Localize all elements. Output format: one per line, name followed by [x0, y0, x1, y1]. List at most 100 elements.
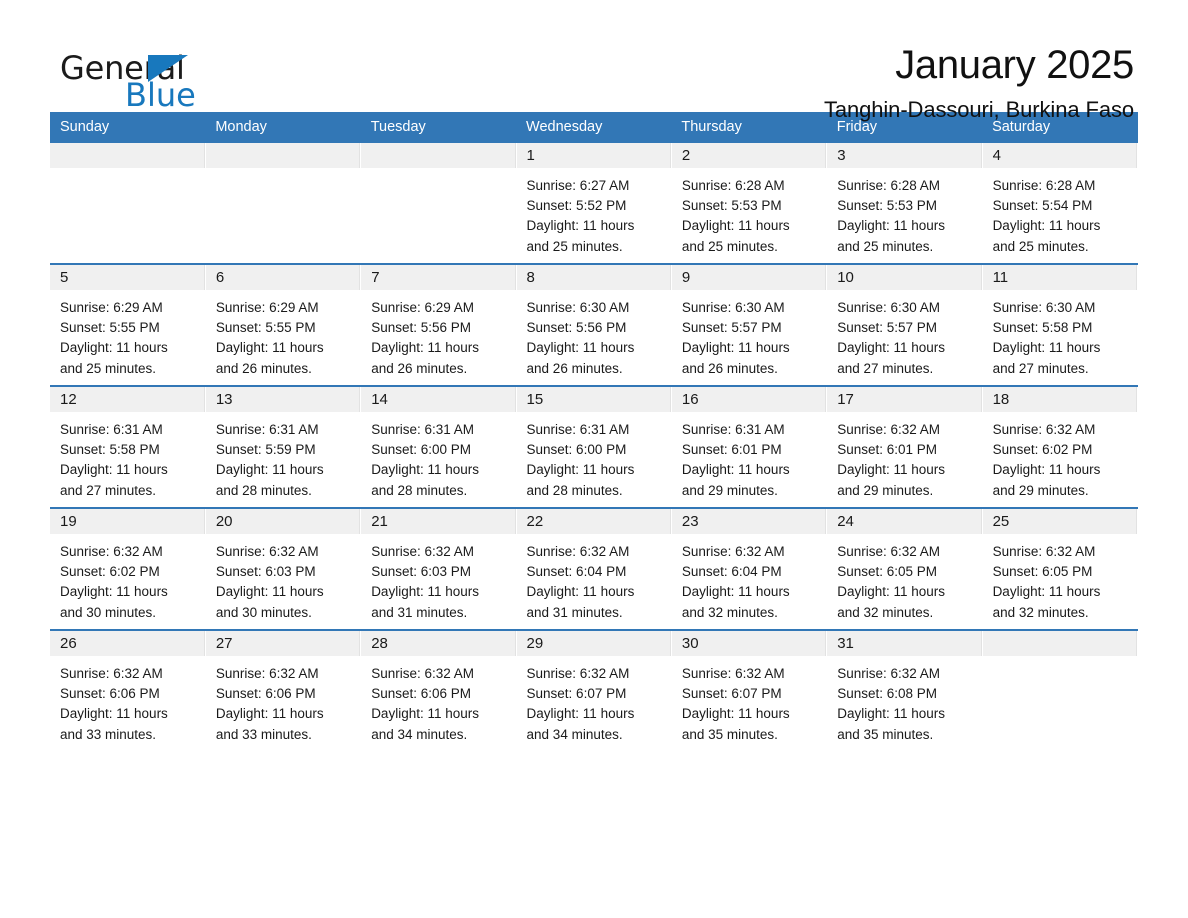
sunset-time: Sunset: 6:05 PM [992, 564, 1093, 580]
daylight-duration-line1: Daylight: 11 hours [526, 462, 635, 478]
day-number: 17 [827, 387, 982, 412]
sunrise-time: Sunrise: 6:32 AM [60, 544, 163, 559]
calendar-day-cell[interactable]: 11 Sunrise: 6:30 AM Sunset: 5:58 PM Dayligh… [982, 264, 1139, 386]
daylight-duration-line2: and 31 minutes. [526, 604, 623, 620]
sunset-time: Sunset: 6:07 PM [526, 686, 627, 702]
daylight-duration-line2: and 28 minutes. [526, 482, 623, 498]
sunrise-time: Sunrise: 6:31 AM [526, 422, 630, 437]
title-block: January 2025 Tanghin-Dassouri, Burkina F… [824, 44, 1138, 123]
calendar-day-cell[interactable]: 14 Sunrise: 6:31 AM Sunset: 6:00 PM Dayligh… [360, 386, 517, 508]
calendar-day-cell[interactable]: 31 Sunrise: 6:32 AM Sunset: 6:08 PM Dayligh… [826, 630, 983, 751]
calendar-page: General Blue January 2025 Tanghin-Dassou… [0, 0, 1188, 918]
daylight-duration-line2: and 26 minutes. [215, 360, 312, 376]
calendar-day-cell[interactable]: 5 Sunrise: 6:29 AM Sunset: 5:55 PM Daylight… [50, 264, 206, 386]
sunrise-time: Sunrise: 6:32 AM [837, 544, 941, 559]
calendar-day-cell[interactable]: 9 Sunrise: 6:30 AM Sunset: 5:57 PM Daylight… [671, 264, 828, 386]
sunrise-time: Sunrise: 6:32 AM [837, 422, 941, 437]
daylight-duration-line1: Daylight: 11 hours [60, 584, 168, 600]
daylight-duration-line1: Daylight: 11 hours [992, 584, 1101, 600]
calendar-week-row: 26 Sunrise: 6:32 AM Sunset: 6:06 PM Dayligh… [50, 630, 1139, 751]
sunrise-time: Sunrise: 6:31 AM [60, 422, 163, 437]
calendar-day-cell[interactable]: 18 Sunrise: 6:32 AM Sunset: 6:02 PM Dayligh… [982, 386, 1139, 508]
daylight-duration-line1: Daylight: 11 hours [215, 584, 324, 600]
day-number: 10 [827, 265, 982, 290]
calendar-day-cell[interactable]: 28 Sunrise: 6:32 AM Sunset: 6:06 PM Dayligh… [360, 630, 517, 751]
sunset-time: Sunset: 5:56 PM [371, 320, 471, 336]
calendar-day-cell[interactable]: 25 Sunrise: 6:32 AM Sunset: 6:05 PM Dayligh… [982, 508, 1139, 630]
daylight-duration-line2: and 30 minutes. [60, 604, 157, 620]
daylight-duration-line2: and 33 minutes. [60, 726, 157, 742]
calendar-day-cell[interactable]: 26 Sunrise: 6:32 AM Sunset: 6:06 PM Dayligh… [50, 630, 206, 751]
daylight-duration-line1: Daylight: 11 hours [837, 584, 946, 600]
calendar-day-cell-empty [360, 143, 517, 264]
daylight-duration-line1: Daylight: 11 hours [837, 218, 946, 234]
day-details: Sunrise: 6:29 AM Sunset: 5:56 PM Daylight:… [361, 290, 515, 379]
daylight-duration-line1: Daylight: 11 hours [371, 340, 479, 356]
sunset-time: Sunset: 6:01 PM [837, 442, 938, 458]
calendar-day-cell[interactable]: 13 Sunrise: 6:31 AM Sunset: 5:59 PM Dayligh… [205, 386, 362, 508]
day-number: 28 [361, 631, 516, 656]
calendar-day-cell[interactable]: 27 Sunrise: 6:32 AM Sunset: 6:06 PM Dayligh… [205, 630, 362, 751]
day-number: 8 [516, 265, 671, 290]
calendar-day-cell[interactable]: 1 Sunrise: 6:27 AM Sunset: 5:52 PM Daylight… [516, 143, 672, 264]
daylight-duration-line2: and 29 minutes. [681, 482, 778, 498]
day-details: Sunrise: 6:32 AM Sunset: 6:03 PM Daylight:… [361, 534, 515, 623]
calendar-day-cell[interactable]: 19 Sunrise: 6:32 AM Sunset: 6:02 PM Dayligh… [50, 508, 206, 630]
calendar-day-cell[interactable]: 24 Sunrise: 6:32 AM Sunset: 6:05 PM Dayligh… [826, 508, 983, 630]
day-details: Sunrise: 6:32 AM Sunset: 6:02 PM Daylight:… [983, 412, 1137, 501]
calendar-day-cell[interactable]: 6 Sunrise: 6:29 AM Sunset: 5:55 PM Daylight… [205, 264, 362, 386]
calendar-day-cell[interactable]: 17 Sunrise: 6:32 AM Sunset: 6:01 PM Dayligh… [826, 386, 983, 508]
calendar-day-cell[interactable]: 3 Sunrise: 6:28 AM Sunset: 5:53 PM Daylight… [826, 143, 983, 264]
sunrise-time: Sunrise: 6:31 AM [215, 422, 319, 437]
calendar-day-cell[interactable]: 12 Sunrise: 6:31 AM Sunset: 5:58 PM Dayligh… [50, 386, 206, 508]
sunset-time: Sunset: 6:04 PM [681, 564, 782, 580]
calendar-day-cell[interactable]: 21 Sunrise: 6:32 AM Sunset: 6:03 PM Dayligh… [360, 508, 517, 630]
daylight-duration-line1: Daylight: 11 hours [526, 340, 635, 356]
sunrise-time: Sunrise: 6:29 AM [215, 300, 319, 315]
calendar-day-cell[interactable]: 7 Sunrise: 6:29 AM Sunset: 5:56 PM Daylight… [360, 264, 517, 386]
daylight-duration-line1: Daylight: 11 hours [681, 706, 790, 722]
sunset-time: Sunset: 5:53 PM [837, 198, 938, 214]
sunrise-time: Sunrise: 6:30 AM [992, 300, 1096, 315]
day-details: Sunrise: 6:29 AM Sunset: 5:55 PM Daylight:… [206, 290, 360, 379]
daylight-duration-line1: Daylight: 11 hours [60, 462, 168, 478]
sunrise-time: Sunrise: 6:28 AM [992, 178, 1096, 193]
calendar-day-cell[interactable]: 22 Sunrise: 6:32 AM Sunset: 6:04 PM Dayligh… [516, 508, 672, 630]
sunset-time: Sunset: 6:05 PM [837, 564, 938, 580]
calendar-day-cell[interactable]: 16 Sunrise: 6:31 AM Sunset: 6:01 PM Dayligh… [671, 386, 828, 508]
daylight-duration-line1: Daylight: 11 hours [60, 340, 168, 356]
day-number: 2 [671, 143, 827, 168]
calendar-day-cell[interactable]: 30 Sunrise: 6:32 AM Sunset: 6:07 PM Dayligh… [671, 630, 828, 751]
day-details: Sunrise: 6:30 AM Sunset: 5:57 PM Daylight:… [827, 290, 981, 379]
calendar-day-cell[interactable]: 8 Sunrise: 6:30 AM Sunset: 5:56 PM Daylight… [516, 264, 672, 386]
calendar-week-row: 12 Sunrise: 6:31 AM Sunset: 5:58 PM Dayligh… [50, 386, 1139, 508]
sunrise-time: Sunrise: 6:32 AM [681, 544, 785, 559]
daylight-duration-line1: Daylight: 11 hours [371, 584, 479, 600]
day-number: 9 [671, 265, 827, 290]
daylight-duration-line2: and 34 minutes. [526, 726, 623, 742]
daylight-duration-line2: and 34 minutes. [371, 726, 468, 742]
calendar-day-cell[interactable]: 15 Sunrise: 6:31 AM Sunset: 6:00 PM Dayligh… [516, 386, 672, 508]
sunrise-time: Sunrise: 6:32 AM [992, 422, 1096, 437]
calendar-day-cell[interactable]: 20 Sunrise: 6:32 AM Sunset: 6:03 PM Dayligh… [205, 508, 362, 630]
day-details: Sunrise: 6:29 AM Sunset: 5:55 PM Daylight:… [50, 290, 205, 379]
daylight-duration-line2: and 25 minutes. [837, 238, 934, 254]
day-number: 6 [205, 265, 361, 290]
calendar-day-cell[interactable]: 4 Sunrise: 6:28 AM Sunset: 5:54 PM Daylight… [982, 143, 1139, 264]
day-details: Sunrise: 6:31 AM Sunset: 6:00 PM Daylight:… [361, 412, 515, 501]
calendar-day-cell[interactable]: 23 Sunrise: 6:32 AM Sunset: 6:04 PM Dayligh… [671, 508, 828, 630]
sunrise-time: Sunrise: 6:32 AM [371, 666, 474, 681]
calendar-body: 1 Sunrise: 6:27 AM Sunset: 5:52 PM Daylight… [50, 143, 1139, 751]
sunrise-time: Sunrise: 6:30 AM [837, 300, 941, 315]
day-details: Sunrise: 6:31 AM Sunset: 6:00 PM Daylight:… [517, 412, 671, 501]
calendar-day-cell[interactable]: 2 Sunrise: 6:28 AM Sunset: 5:53 PM Daylight… [671, 143, 828, 264]
generalblue-logo[interactable]: General Blue [50, 44, 250, 111]
day-details: Sunrise: 6:30 AM Sunset: 5:57 PM Daylight:… [672, 290, 826, 379]
daylight-duration-line1: Daylight: 11 hours [681, 584, 790, 600]
day-number: 19 [50, 509, 205, 534]
weekday-header-sunday: Sunday [50, 112, 206, 143]
sunset-time: Sunset: 6:04 PM [526, 564, 627, 580]
calendar-day-cell[interactable]: 29 Sunrise: 6:32 AM Sunset: 6:07 PM Dayligh… [516, 630, 672, 751]
calendar-day-cell[interactable]: 10 Sunrise: 6:30 AM Sunset: 5:57 PM Dayligh… [826, 264, 983, 386]
day-details: Sunrise: 6:28 AM Sunset: 5:53 PM Daylight:… [827, 168, 981, 257]
